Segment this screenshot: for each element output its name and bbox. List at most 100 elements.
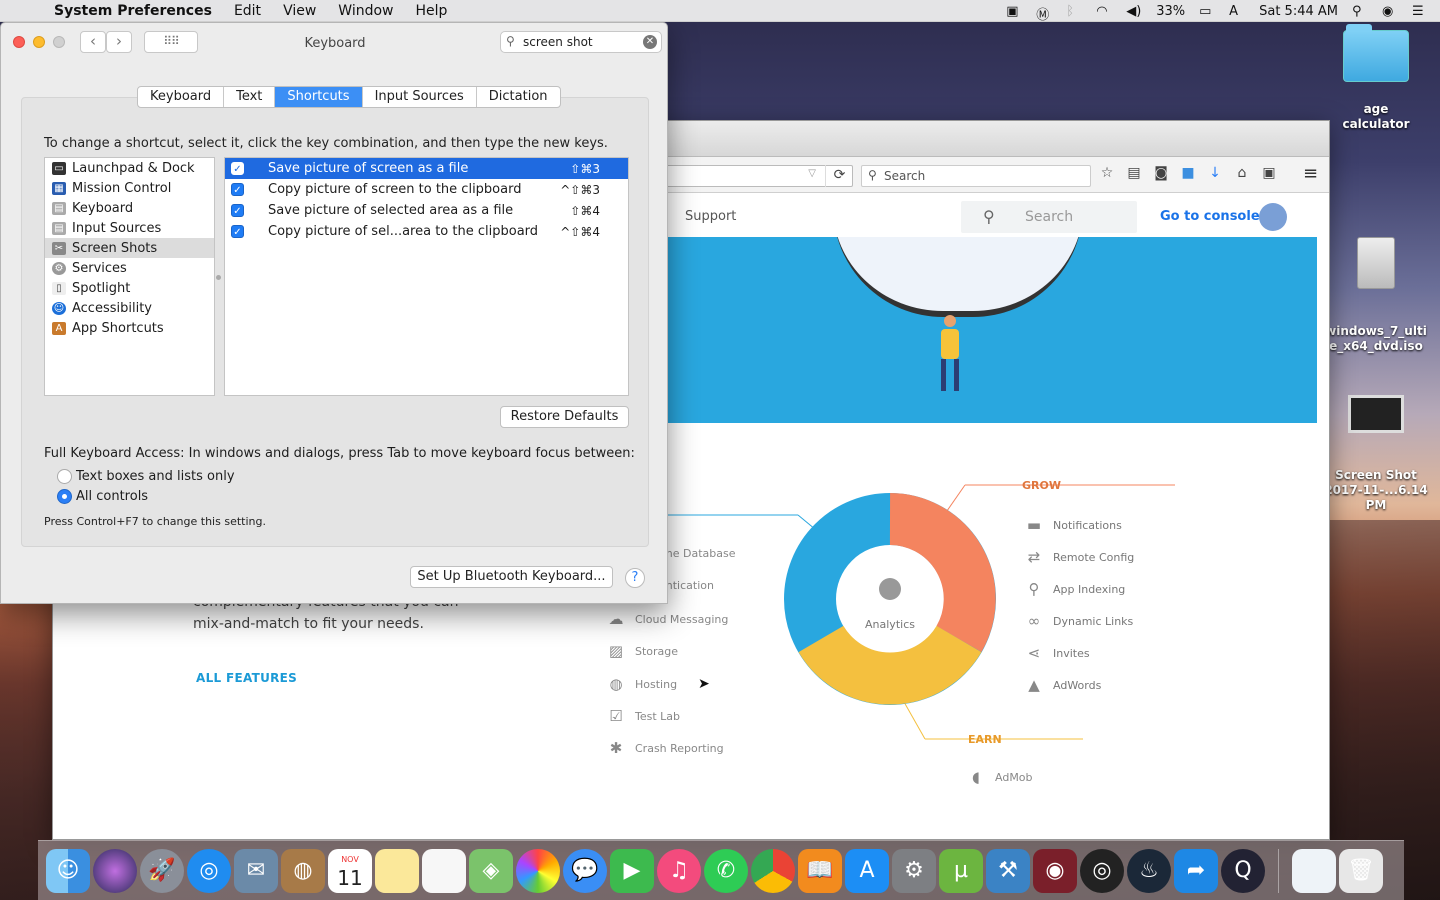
pocket-icon[interactable]: ◙ [1153,165,1169,181]
siri-icon[interactable]: ◉ [1382,4,1398,19]
list-item[interactable]: ▬ Notifications [1025,517,1122,533]
battery-percent[interactable]: 33% [1156,4,1185,19]
all-features-link[interactable]: ALL FEATURES [196,671,297,685]
m-app-icon[interactable]: Ⓜ [1036,4,1052,23]
utorrent-icon[interactable]: µ [939,848,983,893]
split-view-handle[interactable] [216,275,221,280]
messages-icon[interactable]: 💬 [563,848,607,893]
menu-window[interactable]: Window [338,3,393,19]
avatar[interactable] [1259,203,1287,231]
menu-app-name[interactable]: System Preferences [54,3,212,19]
shortcut-row[interactable]: ✓ Copy picture of screen to the clipboard… [225,179,628,200]
dropdown-icon[interactable]: ▽ [808,168,816,179]
reminders-icon[interactable] [422,848,466,893]
siri-icon[interactable] [93,848,137,893]
bluetooth-icon[interactable]: ᛒ [1066,4,1082,19]
share-app-icon[interactable]: ➦ [1174,848,1218,893]
preferences-search-input[interactable]: ⚲ screen shot ✕ [500,31,662,53]
spotlight-search-icon[interactable]: ⚲ [1352,4,1368,19]
tab-text[interactable]: Text [224,87,276,107]
list-item[interactable]: ◍ Hosting [607,676,677,692]
notification-center-icon[interactable]: ☰ [1412,4,1428,19]
menu-view[interactable]: View [283,3,316,19]
checkbox[interactable]: ✓ [231,162,244,175]
clear-search-icon[interactable]: ✕ [643,35,657,49]
list-item[interactable]: ime Database [659,547,736,560]
photos-icon[interactable] [516,848,560,893]
help-button[interactable]: ? [625,568,645,588]
menu-edit[interactable]: Edit [234,3,261,19]
facetime-icon[interactable]: ▶ [610,848,654,893]
checkbox[interactable]: ✓ [231,204,244,217]
list-item[interactable]: ◖ AdMob [967,769,1032,785]
radio-all-controls[interactable]: All controls [57,489,148,504]
itunes-icon[interactable]: ♫ [657,848,701,893]
wifi-icon[interactable]: ◠ [1096,4,1112,19]
home-icon[interactable]: ⌂ [1234,165,1250,181]
nav-support-link[interactable]: Support [685,209,736,224]
category-mission-control[interactable]: ▦ Mission Control [45,178,214,198]
download-icon[interactable]: ↓ [1207,165,1223,181]
shortcut-row[interactable]: ✓ Save picture of selected area as a file… [225,200,628,221]
checkbox[interactable]: ✓ [231,183,244,196]
trash-icon[interactable]: 🗑 [1339,848,1383,893]
desktop-icon-windows-iso[interactable]: windows_7_ulti e_x64_dvd.iso [1322,222,1430,369]
site-search-input[interactable]: ⚲ Search [961,201,1137,233]
calendar-icon[interactable]: NOV 11 [328,848,372,893]
radio-text-boxes-lists[interactable]: Text boxes and lists only [57,469,235,484]
safari-icon[interactable]: ◎ [187,848,231,893]
maps-icon[interactable]: ◈ [469,848,513,893]
list-item[interactable]: ⚲ App Indexing [1025,581,1126,597]
window-titlebar[interactable]: ‹ › ⠿⠿ Keyboard ⚲ screen shot ✕ [1,23,667,63]
desktop-icon-screen-shot[interactable]: Screen Shot 2017-11-...6.14 PM [1322,380,1430,528]
category-keyboard[interactable]: ▤ Keyboard [45,198,214,218]
contacts-icon[interactable]: ◍ [281,848,325,893]
chrome-icon[interactable] [751,848,795,893]
volume-icon[interactable]: ◀) [1126,4,1142,19]
screen-share-icon[interactable]: ▣ [1006,4,1022,19]
category-app-shortcuts[interactable]: A App Shortcuts [45,318,214,338]
list-item[interactable]: ✱ Crash Reporting [607,740,724,756]
reading-list-icon[interactable]: ▤ [1126,165,1142,181]
launchpad-icon[interactable]: 🚀 [140,848,184,893]
tab-dictation[interactable]: Dictation [477,87,560,107]
shortcut-keys[interactable]: ⇧⌘3 [570,162,600,176]
list-item[interactable]: ☑ Test Lab [607,708,680,724]
category-accessibility[interactable]: ☺ Accessibility [45,298,214,318]
extension-icon[interactable]: ■ [1180,165,1196,181]
list-item[interactable]: ☁ Cloud Messaging [607,611,729,627]
tab-shortcuts[interactable]: Shortcuts [275,87,363,107]
desktop-icon-age-calculator[interactable]: age calculator [1332,24,1420,132]
system-preferences-icon[interactable]: ⚙ [892,848,936,893]
category-launchpad-dock[interactable]: ▭ Launchpad & Dock [45,158,214,178]
battery-icon[interactable]: ▭ [1199,4,1215,19]
mail-icon[interactable]: ✉ [234,848,278,893]
radio-button[interactable] [57,469,72,484]
list-item[interactable]: ▲ AdWords [1025,677,1101,693]
category-screen-shots[interactable]: ✂ Screen Shots [45,238,214,258]
hamburger-menu-icon[interactable]: ≡ [1303,163,1318,184]
category-services[interactable]: ⚙ Services [45,258,214,278]
app-store-icon[interactable]: A [845,848,889,893]
radio-button[interactable] [57,489,72,504]
gta-icon[interactable]: ◎ [1080,848,1124,893]
steam-icon[interactable]: ♨ [1127,848,1171,893]
notes-icon[interactable] [375,848,419,893]
browser-search-input[interactable]: ⚲ Search [861,165,1091,187]
tab-keyboard[interactable]: Keyboard [138,87,225,107]
list-item[interactable]: ▨ Storage [607,643,678,659]
bookmark-star-icon[interactable]: ☆ [1099,165,1115,181]
menu-help[interactable]: Help [416,3,448,19]
reload-icon[interactable]: ⟳ [825,165,853,187]
list-item[interactable]: ⋖ Invites [1025,645,1090,661]
list-item[interactable]: ⇄ Remote Config [1025,549,1135,565]
youtube-icon[interactable]: ▣ [1261,165,1277,181]
category-input-sources[interactable]: ▤ Input Sources [45,218,214,238]
whatsapp-icon[interactable]: ✆ [704,848,748,893]
setup-bluetooth-keyboard-button[interactable]: Set Up Bluetooth Keyboard... [410,566,613,588]
winery-icon[interactable]: ◉ [1033,848,1077,893]
tab-input-sources[interactable]: Input Sources [363,87,477,107]
shortcut-row[interactable]: ✓ Save picture of screen as a file ⇧⌘3 [225,158,628,179]
checkbox[interactable]: ✓ [231,225,244,238]
restore-defaults-button[interactable]: Restore Defaults [500,406,629,428]
